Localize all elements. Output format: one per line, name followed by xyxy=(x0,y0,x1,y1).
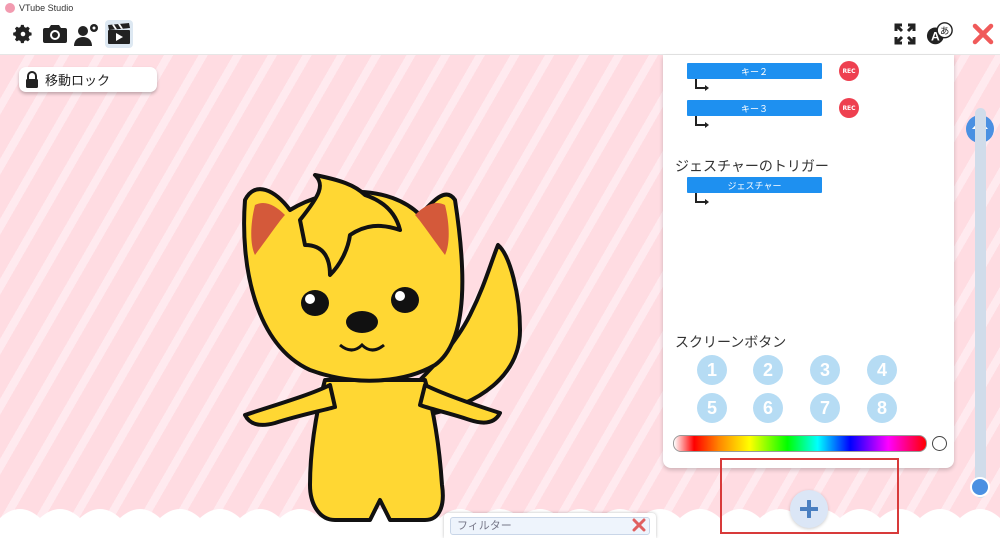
screen-button-3[interactable]: 3 xyxy=(810,355,840,385)
screen-buttons-title: スクリーンボタン xyxy=(675,335,787,351)
highlight-box xyxy=(720,458,899,534)
close-icon[interactable] xyxy=(969,20,997,48)
arrow-return-icon xyxy=(695,116,709,128)
screen-button-7[interactable]: 7 xyxy=(810,393,840,423)
app-icon xyxy=(5,3,15,13)
arrow-return-icon xyxy=(695,193,709,205)
screen-button-5[interactable]: 5 xyxy=(697,393,727,423)
filter-input[interactable]: フィルター xyxy=(450,517,650,535)
arrow-return-icon xyxy=(695,79,709,91)
filter-bar: フィルター xyxy=(444,513,656,538)
clapperboard-icon[interactable] xyxy=(105,20,133,48)
color-slider-knob[interactable] xyxy=(932,436,947,451)
gesture-trigger-title: ジェスチャーのトリガー xyxy=(675,159,829,175)
svg-text:あ: あ xyxy=(940,26,949,37)
screen-button-6[interactable]: 6 xyxy=(753,393,783,423)
title-bar: VTube Studio xyxy=(0,0,1000,16)
fox-avatar[interactable] xyxy=(230,115,530,535)
toolbar: Aあ xyxy=(0,16,1000,55)
expand-icon[interactable] xyxy=(891,20,919,48)
zoom-slider-knob[interactable] xyxy=(970,477,990,497)
gear-icon[interactable] xyxy=(9,20,37,48)
screen-button-4[interactable]: 4 xyxy=(867,355,897,385)
window-title: VTube Studio xyxy=(19,3,74,13)
hotkey-key2-button[interactable]: キー２ xyxy=(687,63,822,79)
translate-icon[interactable]: Aあ xyxy=(926,20,954,48)
move-lock-button[interactable]: 移動ロック xyxy=(19,67,157,92)
color-slider[interactable] xyxy=(673,435,927,452)
gesture-button[interactable]: ジェスチャー xyxy=(687,177,822,193)
screen-button-1[interactable]: 1 xyxy=(697,355,727,385)
clear-filter-icon[interactable] xyxy=(632,518,646,532)
move-lock-label: 移動ロック xyxy=(45,74,111,89)
rec-button[interactable]: REC xyxy=(839,98,859,118)
screen-button-8[interactable]: 8 xyxy=(867,393,897,423)
camera-icon[interactable] xyxy=(41,20,69,48)
rec-button[interactable]: REC xyxy=(839,61,859,81)
screen-button-2[interactable]: 2 xyxy=(753,355,783,385)
hotkey-panel: キー２ REC キー３ REC ジェスチャーのトリガー ジェスチャー スクリーン… xyxy=(663,55,954,468)
hotkey-key3-button[interactable]: キー３ xyxy=(687,100,822,116)
user-gear-icon[interactable] xyxy=(73,20,101,48)
lock-icon xyxy=(26,70,38,88)
zoom-slider-track[interactable] xyxy=(975,108,986,498)
